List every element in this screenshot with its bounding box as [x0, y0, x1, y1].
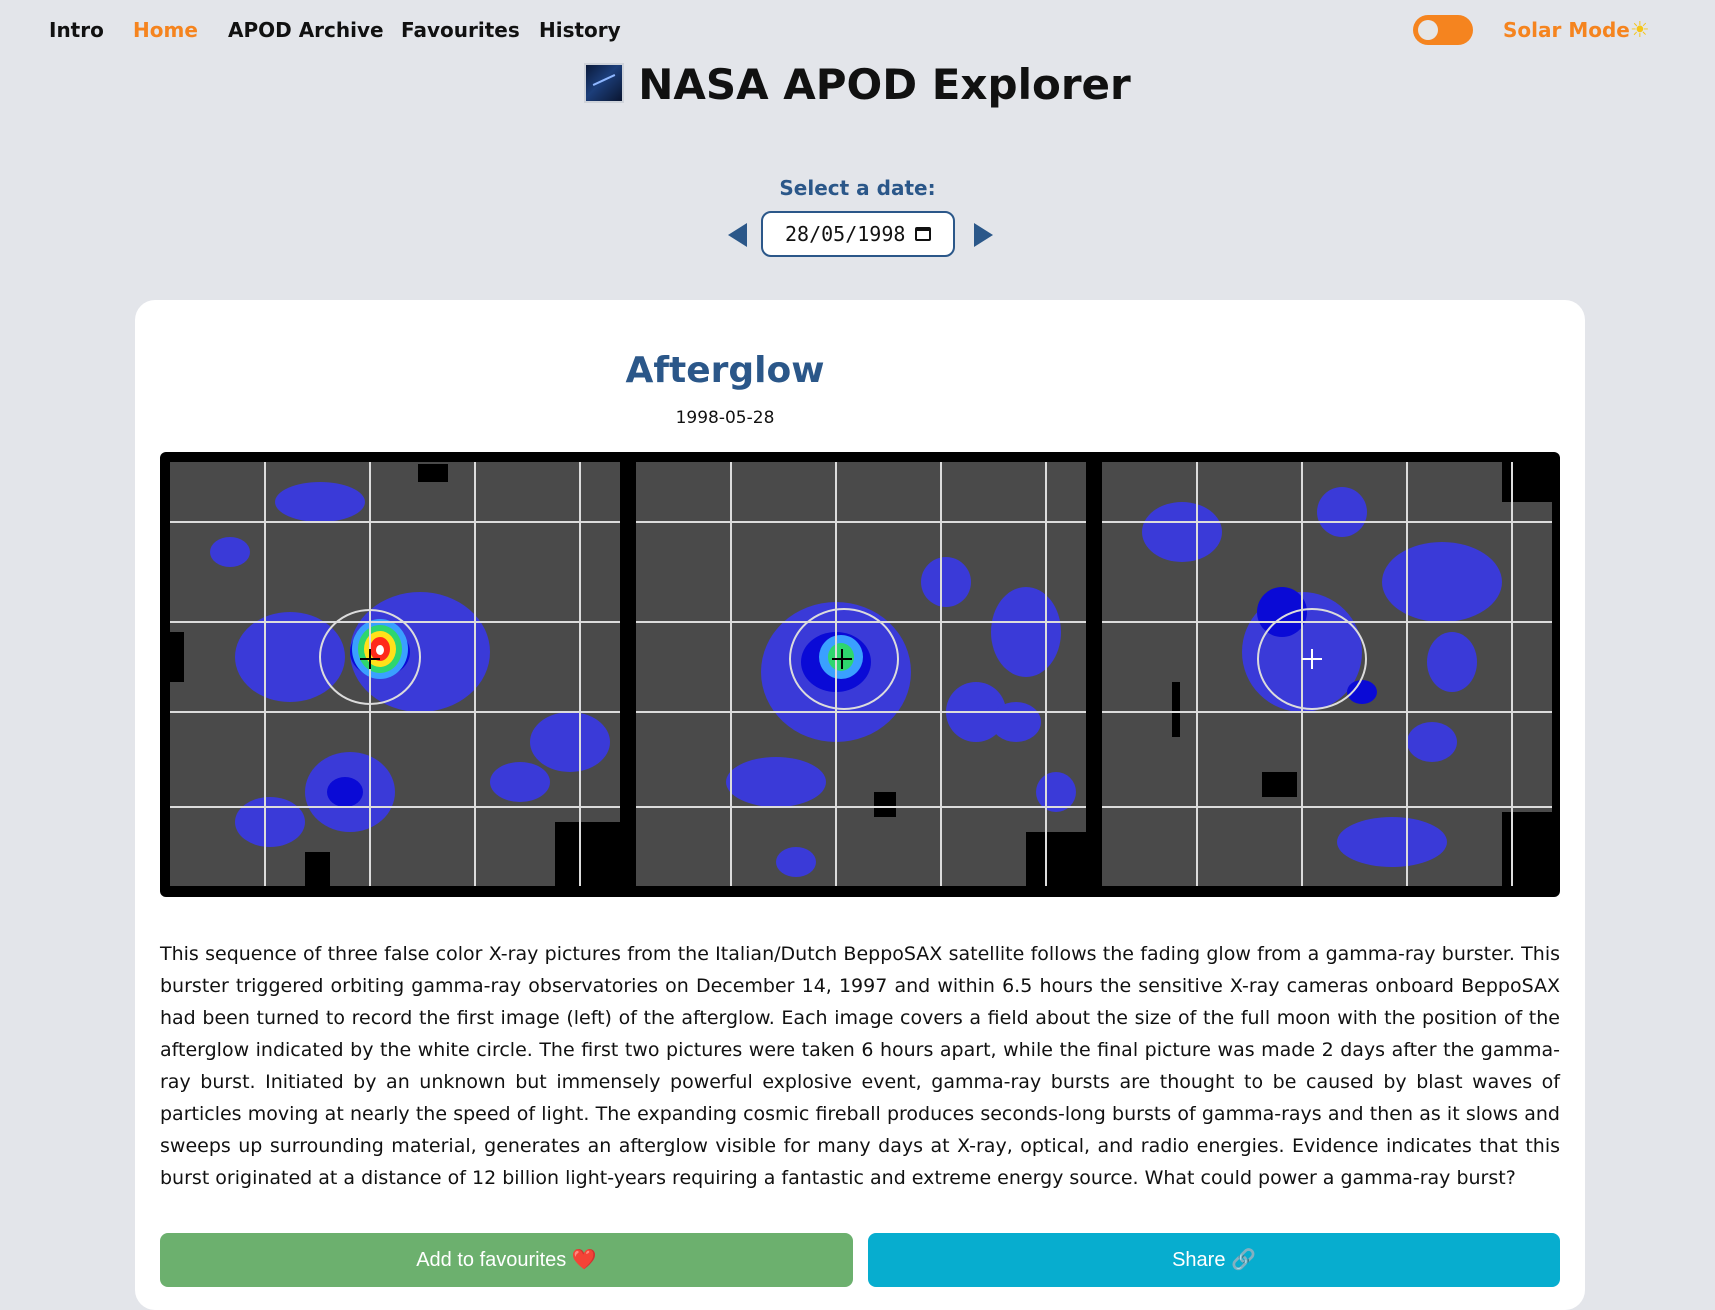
nav-item-history[interactable]: History [539, 18, 621, 42]
xray-panel-3 [1102, 462, 1552, 886]
xray-panel-1 [170, 462, 620, 886]
date-input-value: 28/05/1998 [785, 222, 906, 246]
top-nav: Intro Home APOD Archive Favourites Histo… [0, 0, 1715, 62]
add-to-favourites-button[interactable]: Add to favourites ❤️ [160, 1233, 853, 1287]
apod-date: 1998-05-28 [675, 408, 775, 428]
heart-icon: ❤️ [571, 1249, 597, 1271]
sun-icon: ☀ [1630, 18, 1650, 43]
solar-mode-toggle[interactable] [1413, 15, 1473, 45]
apod-image [160, 452, 1560, 897]
apod-title: Afterglow [625, 350, 825, 391]
calendar-icon[interactable] [915, 227, 931, 241]
app-title-text: NASA APOD Explorer [638, 60, 1131, 109]
prev-date-arrow-icon[interactable] [728, 223, 747, 247]
apod-explanation: This sequence of three false color X-ray… [160, 943, 1560, 1189]
share-button[interactable]: Share 🔗 [868, 1233, 1560, 1287]
share-label: Share [1172, 1249, 1226, 1271]
toggle-knob [1418, 20, 1438, 40]
nav-item-home[interactable]: Home [133, 18, 198, 42]
page-title: NASA APOD Explorer [0, 60, 1715, 109]
date-label: Select a date: [779, 176, 936, 200]
galaxy-image-icon [584, 63, 625, 103]
nav-item-apod-archive[interactable]: APOD Archive [228, 18, 384, 42]
next-date-arrow-icon[interactable] [974, 223, 993, 247]
date-input[interactable]: 28/05/1998 [761, 211, 955, 257]
nav-item-intro[interactable]: Intro [49, 18, 104, 42]
xray-panel-2 [636, 462, 1086, 886]
link-icon: 🔗 [1231, 1249, 1256, 1271]
solar-mode-label[interactable]: Solar Mode [1503, 18, 1630, 42]
favourite-label: Add to favourites [416, 1249, 567, 1271]
nav-item-favourites[interactable]: Favourites [401, 18, 520, 42]
